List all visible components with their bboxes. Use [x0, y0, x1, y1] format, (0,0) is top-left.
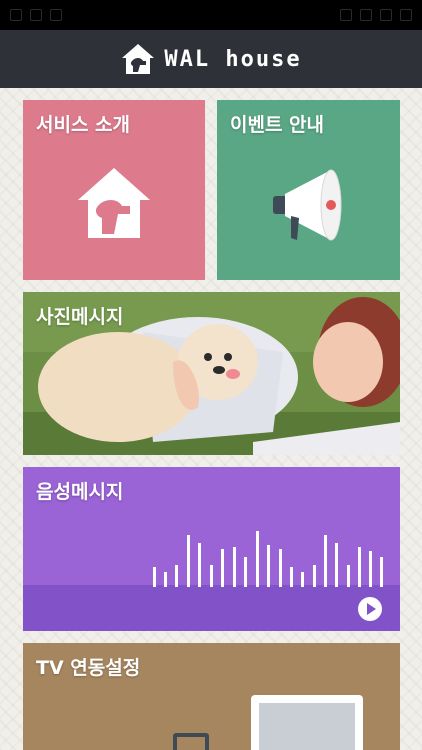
tile-title: 서비스 소개	[36, 114, 131, 136]
status-icon	[10, 9, 22, 21]
house-dog-icon	[122, 44, 155, 74]
house-dog-icon	[78, 168, 150, 238]
tile-service-intro[interactable]: 서비스 소개	[23, 100, 205, 280]
app-header: WAL house	[0, 30, 422, 88]
status-icon	[50, 9, 62, 21]
tile-title: 이벤트 안내	[230, 114, 325, 136]
tile-voice-message[interactable]: 음성메시지	[23, 467, 400, 631]
status-icon	[340, 9, 352, 21]
tile-event-notice[interactable]: 이벤트 안내	[217, 100, 400, 280]
logo-text: WAL house	[164, 46, 302, 72]
tile-title: 음성메시지	[36, 481, 124, 503]
status-icon	[400, 9, 412, 21]
status-bar	[0, 0, 422, 30]
tile-title: 사진메시지	[36, 306, 124, 328]
status-icon	[360, 9, 372, 21]
tile-tv-settings[interactable]: TV 연동설정	[23, 643, 400, 750]
tile-photo-message[interactable]: 사진메시지	[23, 292, 400, 455]
logo: WAL house	[120, 41, 301, 77]
voice-waveform	[153, 527, 383, 587]
megaphone-icon	[273, 169, 342, 241]
tv-icon	[173, 695, 363, 750]
voice-band	[23, 585, 400, 631]
status-icon	[380, 9, 392, 21]
status-icon	[30, 9, 42, 21]
play-icon[interactable]	[358, 597, 382, 621]
